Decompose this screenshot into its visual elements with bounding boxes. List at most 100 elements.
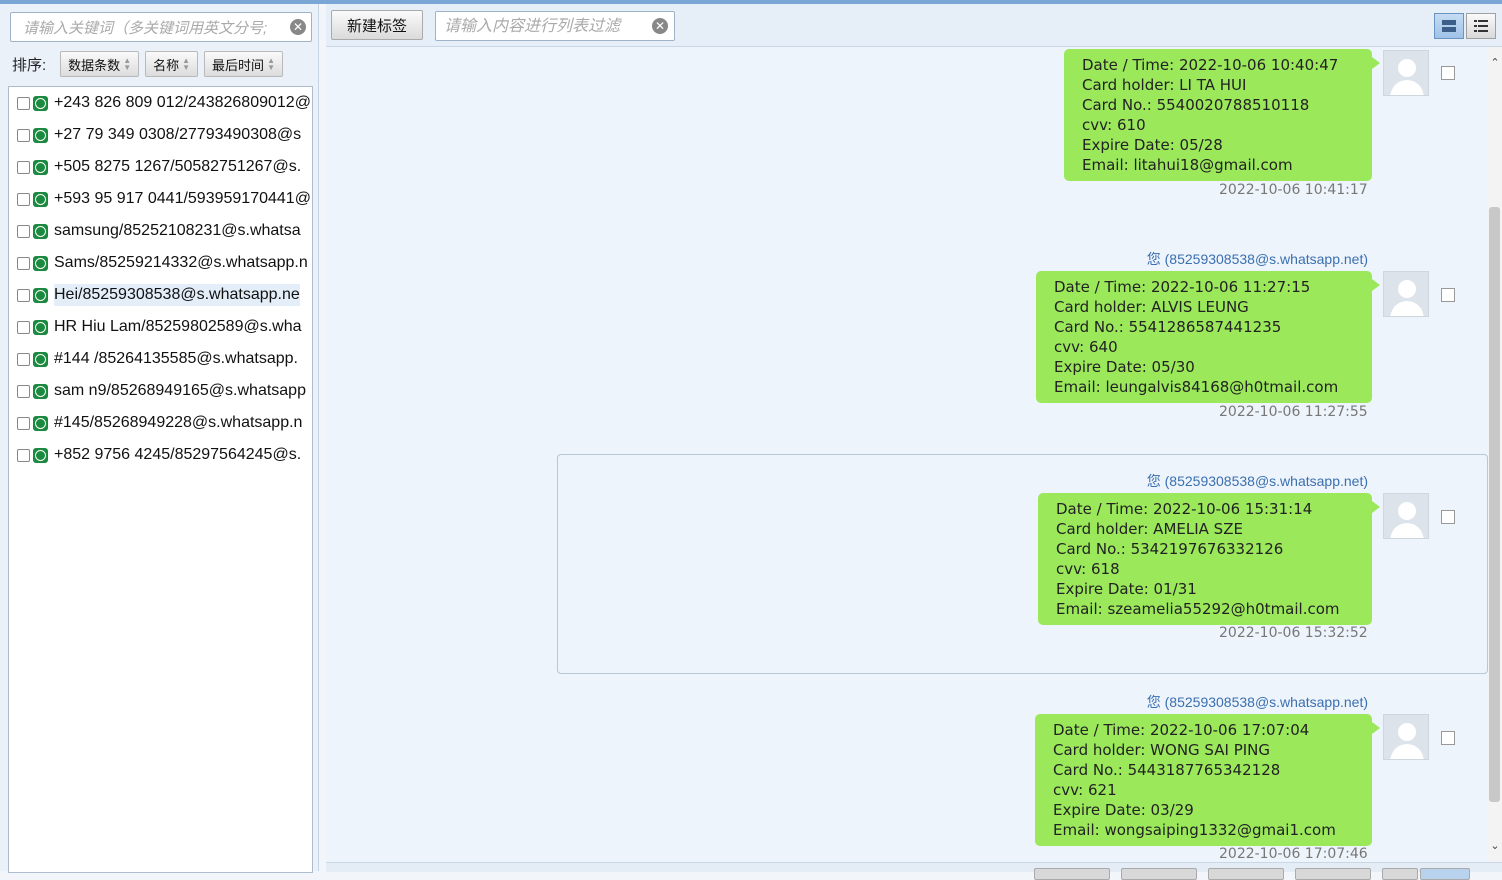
sort-label: 排序: [12, 56, 47, 74]
message-checkbox[interactable] [1441, 66, 1455, 80]
scrollbar-thumb[interactable] [1489, 207, 1500, 802]
sort-by-name-button[interactable]: 名称 ▲ ▼ [145, 51, 199, 77]
keyword-search-input[interactable] [21, 14, 293, 42]
contact-item[interactable]: #144 /85264135585@s.whatsapp. [9, 343, 312, 375]
message-line: Card No.: 5541286587441235 [1054, 318, 1282, 336]
message-line: Card No.: 5443187765342128 [1053, 761, 1281, 779]
contact-item[interactable]: +243 826 809 012/243826809012@ [9, 87, 312, 119]
sort-by-last-time-button[interactable]: 最后时间 ▲ ▼ [204, 51, 283, 77]
contact-checkbox[interactable] [17, 192, 30, 206]
whatsapp-icon [33, 95, 48, 111]
contact-label: Hei/85259308538@s.whatsapp.ne [54, 284, 300, 306]
contact-checkbox[interactable] [17, 320, 30, 334]
message-line: cvv: 618 [1056, 560, 1120, 578]
avatar-icon [1383, 714, 1429, 760]
whatsapp-icon [33, 351, 48, 367]
whatsapp-icon [33, 415, 48, 431]
contact-checkbox[interactable] [17, 160, 30, 174]
whatsapp-icon [33, 383, 48, 399]
pager-button[interactable] [1208, 868, 1284, 880]
contact-label: HR Hiu Lam/85259802589@s.wha [54, 318, 302, 335]
contact-checkbox[interactable] [17, 96, 30, 110]
clear-icon[interactable]: ✕ [652, 18, 668, 34]
contact-panel: ✕ 排序: 数据条数 ▲▼ 名称 ▲▼ 最后时间 ▲▼ +243 826 809… [0, 4, 319, 873]
sort-button-label: 最后时间 [212, 57, 265, 73]
contact-item[interactable]: +505 8275 1267/50582751267@s. [9, 151, 312, 183]
contact-list: +243 826 809 012/243826809012@ +27 79 34… [8, 86, 313, 873]
message-bubble[interactable]: Date / Time: 2022-10-06 15:31:14 Card ho… [1038, 493, 1380, 625]
new-tab-button[interactable]: 新建标签 [331, 10, 423, 40]
contact-checkbox[interactable] [17, 224, 30, 238]
message-sender: 您 (85259308538@s.whatsapp.net) [1146, 694, 1368, 710]
contact-checkbox[interactable] [17, 256, 30, 270]
avatar-icon [1383, 50, 1429, 96]
sort-arrows-icon: ▲ ▼ [267, 56, 275, 72]
scroll-down-icon[interactable]: ⌄ [1488, 838, 1502, 854]
chat-scrollbar[interactable]: ⌃ ⌄ [1488, 47, 1502, 862]
pager-button[interactable] [1034, 868, 1110, 880]
contact-label: +593 95 917 0441/593959170441@ [54, 190, 311, 207]
message-line: Card No.: 5342197676332126 [1056, 540, 1284, 558]
contact-item[interactable]: +27 79 349 0308/27793490308@s [9, 119, 312, 151]
sort-button-label: 名称 [153, 57, 180, 73]
message-line: Date / Time: 2022-10-06 10:40:47 [1082, 56, 1339, 74]
whatsapp-icon [33, 319, 48, 335]
message-timestamp: 2022-10-06 15:32:52 [1219, 625, 1368, 641]
contact-item[interactable]: #145/85268949228@s.whatsapp.n [9, 407, 312, 439]
contact-checkbox[interactable] [17, 352, 30, 366]
contact-item[interactable]: sam n9/85268949165@s.whatsapp [9, 375, 312, 407]
keyword-search-box[interactable]: ✕ [10, 12, 312, 42]
chat-panel: 新建标签 ✕ Date / Time: 2022-10-06 10:40:47 … [326, 4, 1502, 880]
message-line: Date / Time: 2022-10-06 15:31:14 [1056, 500, 1313, 518]
message-line: Card No.: 5540020788510118 [1082, 96, 1310, 114]
message-bubble[interactable]: Date / Time: 2022-10-06 11:27:15 Card ho… [1036, 271, 1380, 403]
message-sender: 您 (85259308538@s.whatsapp.net) [1146, 251, 1368, 267]
message-line: cvv: 621 [1053, 781, 1117, 799]
contact-checkbox[interactable] [17, 128, 30, 142]
contact-label: +852 9756 4245/85297564245@s. [54, 446, 302, 463]
message-bubble[interactable]: Date / Time: 2022-10-06 17:07:04 Card ho… [1035, 714, 1380, 846]
contact-label: #145/85268949228@s.whatsapp.n [54, 414, 303, 431]
message-line: Card holder: LI TA HUI [1082, 76, 1247, 94]
contact-item[interactable]: HR Hiu Lam/85259802589@s.wha [9, 311, 312, 343]
avatar-icon [1383, 271, 1429, 317]
message-checkbox[interactable] [1441, 288, 1455, 302]
tile-view-icon[interactable] [1434, 13, 1464, 39]
contact-label: Sams/85259214332@s.whatsapp.n [54, 254, 308, 271]
message-line: Card holder: WONG SAI PING [1053, 741, 1271, 759]
scroll-up-icon[interactable]: ⌃ [1488, 55, 1502, 71]
contact-item[interactable]: +593 95 917 0441/593959170441@ [9, 183, 312, 215]
message-bubble[interactable]: Date / Time: 2022-10-06 10:40:47 Card ho… [1064, 49, 1380, 181]
message-checkbox[interactable] [1441, 510, 1455, 524]
whatsapp-icon [33, 127, 48, 143]
contact-item[interactable]: +852 9756 4245/85297564245@s. [9, 439, 312, 471]
list-filter-input[interactable] [442, 13, 651, 41]
pager-button[interactable] [1295, 868, 1371, 880]
message-line: Date / Time: 2022-10-06 11:27:15 [1054, 278, 1311, 296]
list-view-icon[interactable] [1466, 13, 1496, 39]
whatsapp-icon [33, 255, 48, 271]
sort-arrows-icon: ▲ ▼ [123, 56, 132, 72]
list-filter-box[interactable]: ✕ [435, 11, 675, 41]
whatsapp-icon [33, 159, 48, 175]
contact-label: +505 8275 1267/50582751267@s. [54, 158, 302, 175]
sort-button-label: 数据条数 [68, 57, 121, 73]
chat-toolbar: 新建标签 ✕ [326, 4, 1502, 47]
message-line: Expire Date: 05/28 [1082, 136, 1223, 154]
message-line: Email: litahui18@gmail.com [1082, 156, 1293, 174]
contact-checkbox[interactable] [17, 416, 30, 430]
pager-button[interactable] [1382, 868, 1418, 880]
contact-item[interactable]: samsung/85252108231@s.whatsa [9, 215, 312, 247]
pager-button[interactable] [1420, 868, 1470, 880]
message-line: cvv: 640 [1054, 338, 1118, 356]
message-checkbox[interactable] [1441, 731, 1455, 745]
contact-item-selected[interactable]: Hei/85259308538@s.whatsapp.ne [9, 279, 312, 311]
message-line: Card holder: AMELIA SZE [1056, 520, 1243, 538]
contact-checkbox[interactable] [17, 448, 30, 462]
sort-by-count-button[interactable]: 数据条数 ▲ ▼ [60, 51, 140, 77]
contact-item[interactable]: Sams/85259214332@s.whatsapp.n [9, 247, 312, 279]
pager-button[interactable] [1121, 868, 1197, 880]
clear-icon[interactable]: ✕ [290, 19, 306, 35]
contact-checkbox[interactable] [17, 384, 30, 398]
contact-checkbox[interactable] [17, 288, 30, 302]
